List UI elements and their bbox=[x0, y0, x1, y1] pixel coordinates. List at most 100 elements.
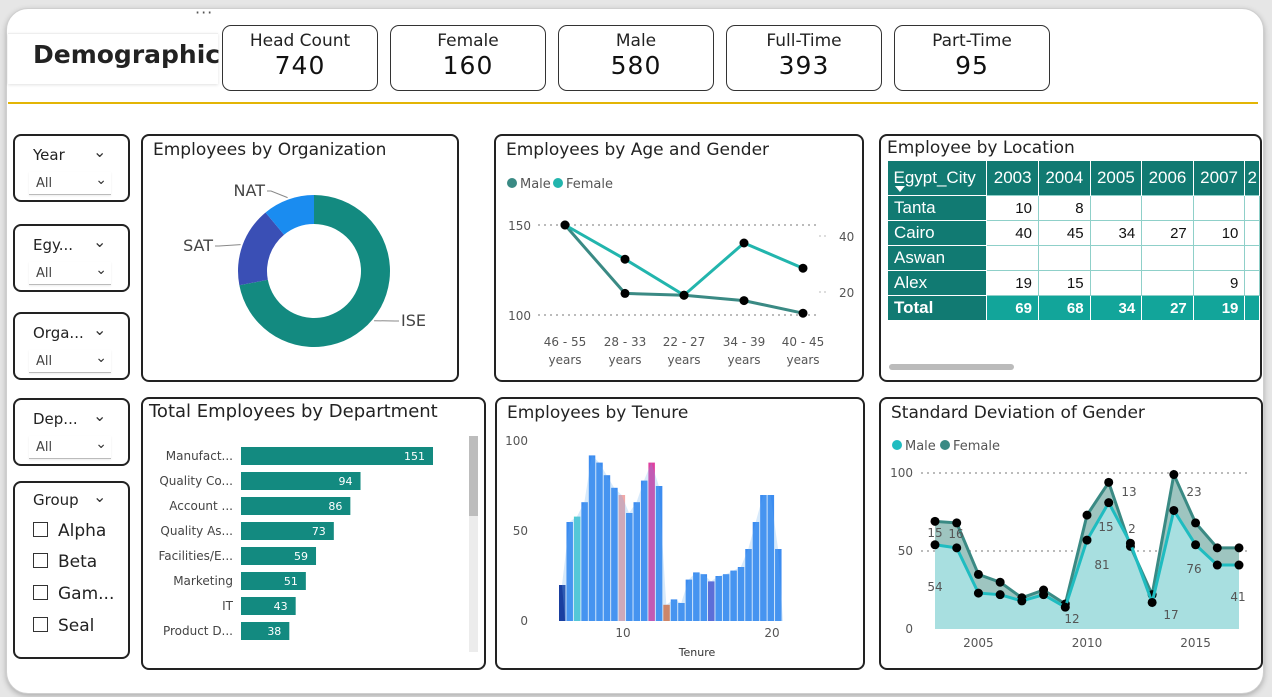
chevron-down-icon[interactable]: ⌄ bbox=[95, 172, 107, 188]
data-point[interactable] bbox=[952, 543, 962, 553]
location-card: Employee by Location Egypt_City 2003 2004 2… bbox=[879, 134, 1262, 382]
data-point[interactable] bbox=[620, 288, 630, 298]
data-point[interactable] bbox=[995, 577, 1005, 587]
bar[interactable] bbox=[241, 622, 290, 640]
checkbox-icon[interactable] bbox=[33, 522, 48, 537]
data-point[interactable] bbox=[1147, 597, 1157, 607]
checkbox-icon[interactable] bbox=[33, 553, 48, 568]
data-point[interactable] bbox=[1212, 560, 1222, 570]
more-options-icon[interactable]: ··· bbox=[195, 5, 213, 21]
data-point[interactable] bbox=[1191, 540, 1201, 550]
table-header-row: Egypt_City 2003 2004 2005 2006 2007 2 bbox=[887, 161, 1260, 196]
data-point[interactable] bbox=[739, 296, 749, 306]
data-point[interactable] bbox=[1169, 505, 1179, 515]
legend-label[interactable]: Female bbox=[953, 439, 1000, 454]
data-point[interactable] bbox=[1169, 470, 1179, 480]
data-point[interactable] bbox=[1191, 518, 1201, 528]
checkbox-icon[interactable] bbox=[33, 585, 48, 600]
data-point[interactable] bbox=[1104, 498, 1114, 508]
legend-label[interactable]: Male bbox=[905, 439, 936, 454]
chevron-down-icon[interactable]: ⌄ bbox=[95, 350, 107, 366]
data-point[interactable] bbox=[1060, 602, 1070, 612]
legend-label[interactable]: Male bbox=[520, 177, 551, 192]
data-point[interactable] bbox=[973, 569, 983, 579]
group-item-beta[interactable]: Beta bbox=[33, 552, 97, 572]
x-tick-label: years bbox=[727, 353, 760, 367]
y-tick-label: 150 bbox=[508, 219, 531, 233]
y-tick-label: 50 bbox=[898, 544, 913, 558]
chevron-down-icon[interactable]: ⌄ bbox=[93, 406, 106, 425]
y2-tick-label: 20 bbox=[839, 286, 854, 300]
data-point[interactable] bbox=[739, 238, 749, 248]
bar-value-label: 59 bbox=[294, 550, 308, 563]
slicer-value: All bbox=[36, 176, 53, 191]
table-cell bbox=[1244, 270, 1260, 296]
group-item-seal[interactable]: Seal bbox=[33, 616, 94, 636]
column-header[interactable]: 2006 bbox=[1141, 161, 1194, 196]
column-header[interactable]: 2005 bbox=[1090, 161, 1143, 196]
x-tick-label: 10 bbox=[615, 626, 630, 640]
column-header[interactable]: 2 bbox=[1244, 161, 1260, 196]
data-point[interactable] bbox=[995, 590, 1005, 600]
x-tick-label: 2010 bbox=[1072, 636, 1103, 650]
chevron-down-icon[interactable]: ⌄ bbox=[93, 142, 106, 161]
data-point[interactable] bbox=[798, 308, 808, 318]
data-point[interactable] bbox=[560, 220, 570, 230]
slicer-dropdown[interactable]: All ⌄ bbox=[29, 436, 111, 459]
filter-slicer[interactable]: Orga... ⌄ All ⌄ bbox=[13, 312, 130, 380]
x-tick-label: years bbox=[608, 353, 641, 367]
filter-slicer[interactable]: Year ⌄ All ⌄ bbox=[13, 134, 130, 202]
data-point[interactable] bbox=[930, 516, 940, 526]
group-item-alpha[interactable]: Alpha bbox=[33, 521, 106, 541]
data-point[interactable] bbox=[1082, 510, 1092, 520]
chevron-down-icon[interactable]: ⌄ bbox=[95, 262, 107, 278]
column-header[interactable]: 2004 bbox=[1038, 161, 1091, 196]
category-label: IT bbox=[222, 599, 234, 613]
data-point[interactable] bbox=[1017, 596, 1027, 606]
table-cell bbox=[1244, 245, 1260, 271]
x-tick-label: 22 - 27 bbox=[663, 335, 706, 349]
series-line[interactable] bbox=[563, 224, 804, 315]
sort-desc-icon[interactable] bbox=[895, 186, 905, 192]
chevron-down-icon[interactable]: ⌄ bbox=[93, 320, 106, 339]
column-header[interactable]: 2007 bbox=[1193, 161, 1246, 196]
data-point[interactable] bbox=[620, 254, 630, 264]
dept-bar-chart: Manufact... 151 Quality Co... 94 Account ...… bbox=[159, 447, 433, 640]
data-point[interactable] bbox=[1212, 543, 1222, 553]
data-point[interactable] bbox=[1082, 535, 1092, 545]
chevron-down-icon[interactable]: ⌄ bbox=[93, 232, 106, 251]
vertical-scrollbar-thumb[interactable] bbox=[469, 436, 478, 516]
filter-slicer[interactable]: Dep... ⌄ All ⌄ bbox=[13, 398, 130, 466]
chevron-down-icon[interactable]: ⌄ bbox=[93, 487, 106, 506]
kpi-value: 740 bbox=[274, 51, 326, 80]
bar-value-label: 43 bbox=[274, 600, 288, 613]
row-label: Alex bbox=[886, 270, 988, 296]
data-point[interactable] bbox=[930, 540, 940, 550]
table-row: Aswan bbox=[886, 245, 1260, 271]
filter-slicer[interactable]: Egy... ⌄ All ⌄ bbox=[13, 224, 130, 292]
data-point[interactable] bbox=[679, 290, 689, 300]
group-item-gamma[interactable]: Gam... bbox=[33, 584, 114, 604]
category-label: Manufact... bbox=[166, 449, 233, 463]
row-label: Tanta bbox=[886, 195, 988, 221]
legend-label[interactable]: Female bbox=[566, 177, 613, 192]
checkbox-icon[interactable] bbox=[33, 617, 48, 632]
data-point[interactable] bbox=[1234, 560, 1244, 570]
series-line[interactable] bbox=[564, 223, 804, 298]
y-tick-label: 0 bbox=[905, 622, 913, 636]
data-point[interactable] bbox=[1125, 538, 1135, 548]
slicer-dropdown[interactable]: All ⌄ bbox=[29, 262, 111, 285]
data-point[interactable] bbox=[1104, 477, 1114, 487]
data-point[interactable] bbox=[973, 588, 983, 598]
slicer-dropdown[interactable]: All ⌄ bbox=[29, 350, 111, 373]
horizontal-scrollbar[interactable] bbox=[889, 364, 1014, 370]
group-slicer[interactable]: Group ⌄ Alpha Beta Gam... Seal bbox=[13, 481, 130, 659]
chevron-down-icon[interactable]: ⌄ bbox=[95, 436, 107, 452]
data-point[interactable] bbox=[1234, 543, 1244, 553]
table-cell bbox=[1089, 195, 1143, 221]
slicer-dropdown[interactable]: All ⌄ bbox=[29, 172, 111, 195]
slice-label: NAT bbox=[234, 181, 266, 200]
column-header[interactable]: 2003 bbox=[986, 161, 1039, 196]
data-point[interactable] bbox=[1039, 590, 1049, 600]
data-point[interactable] bbox=[798, 263, 808, 273]
